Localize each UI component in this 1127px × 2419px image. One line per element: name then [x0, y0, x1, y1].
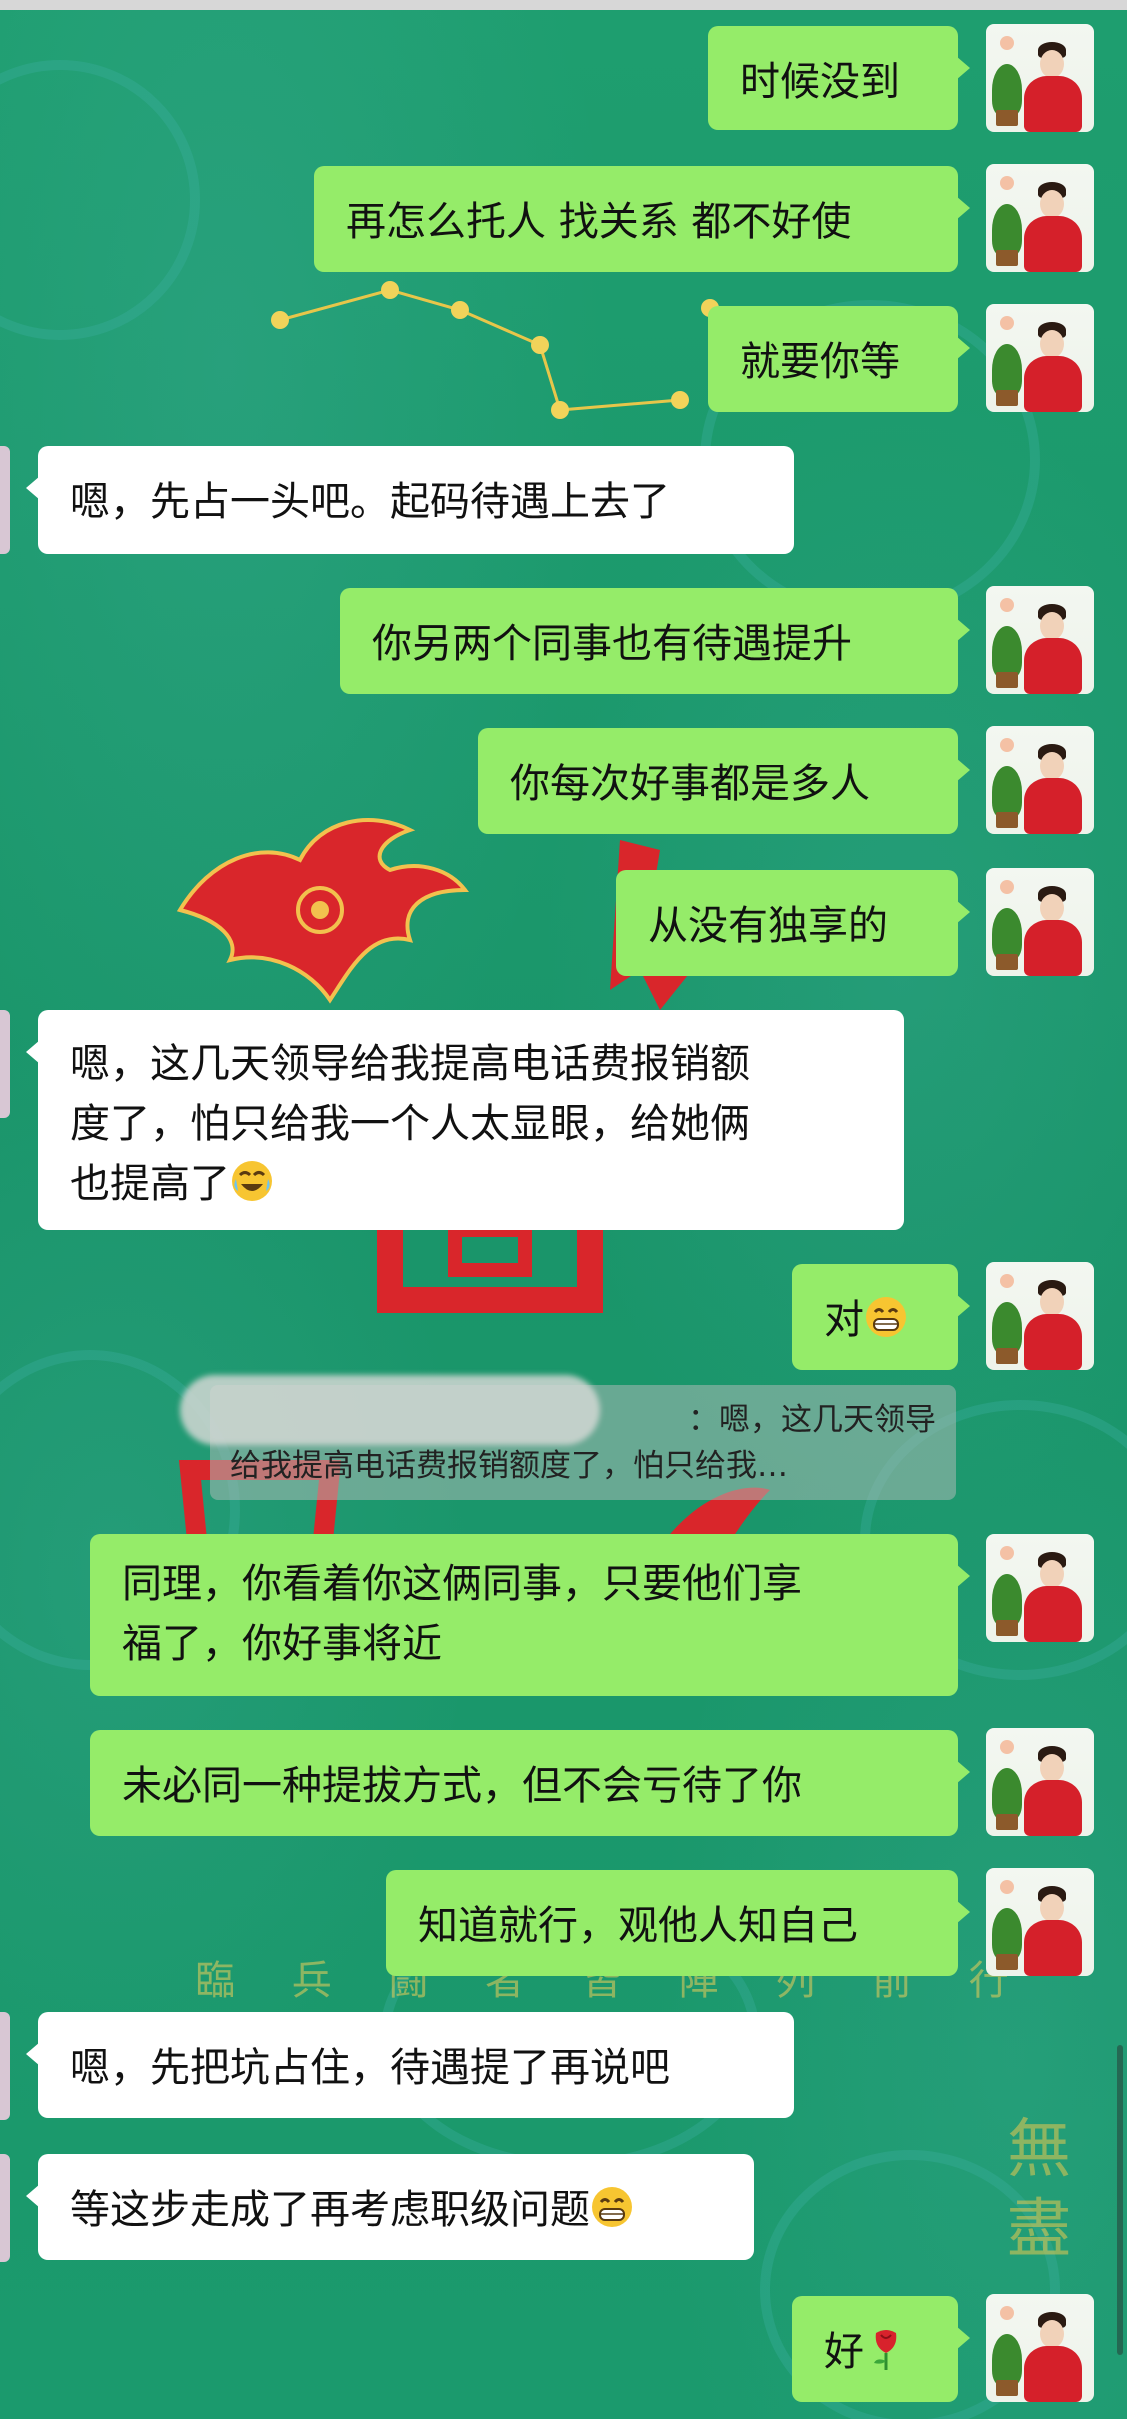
- message-bubble-outgoing[interactable]: 同理，你看着你这俩同事，只要他们享 福了，你好事将近: [90, 1534, 970, 1696]
- contact-avatar[interactable]: [0, 2154, 10, 2262]
- quote-text-line: 给我提高电话费报销额度了，怕只给我…: [230, 1448, 788, 1484]
- my-avatar[interactable]: [986, 2294, 1094, 2402]
- message-text: 对: [824, 1297, 864, 1343]
- grinning-emoji-icon: [866, 1297, 906, 1337]
- message-line: 嗯，这几天领导给我提高电话费报销额: [70, 1041, 750, 1087]
- my-avatar[interactable]: [986, 24, 1094, 132]
- grinning-emoji-icon: [592, 2187, 632, 2227]
- message-bubble-outgoing[interactable]: 知道就行，观他人知自己: [386, 1870, 970, 1976]
- my-avatar[interactable]: [986, 1728, 1094, 1836]
- my-avatar[interactable]: [986, 1534, 1094, 1642]
- laughing-crying-emoji-icon: [232, 1161, 272, 1201]
- message-bubble-outgoing[interactable]: 从没有独享的: [616, 870, 970, 976]
- message-bubble-outgoing[interactable]: 你每次好事都是多人: [478, 728, 970, 834]
- message-bubble-outgoing[interactable]: 你另两个同事也有待遇提升: [340, 588, 970, 694]
- quote-text-line: ：嗯，这几天领导: [688, 1402, 936, 1438]
- message-line-text: 也提高了: [70, 1161, 230, 1207]
- contact-avatar[interactable]: [0, 2012, 10, 2120]
- my-avatar[interactable]: [986, 164, 1094, 272]
- contact-avatar[interactable]: [0, 1010, 10, 1118]
- message-bubble-outgoing[interactable]: 就要你等: [708, 306, 970, 412]
- phoenix-decoration: [176, 818, 470, 1004]
- quoted-message[interactable]: ：嗯，这几天领导 给我提高电话费报销额度了，怕只给我…: [180, 1375, 956, 1500]
- my-avatar[interactable]: [986, 304, 1094, 412]
- message-bubble-incoming[interactable]: 嗯，先把坑占住，待遇提了再说吧: [26, 2012, 794, 2118]
- message-line: 度了，怕只给我一个人太显眼，给她俩: [70, 1101, 750, 1147]
- message-text: 等这步走成了再考虑职级问题: [70, 2187, 590, 2233]
- my-avatar[interactable]: [986, 726, 1094, 834]
- my-avatar[interactable]: [986, 868, 1094, 976]
- message-bubble-incoming[interactable]: 等这步走成了再考虑职级问题: [26, 2154, 754, 2260]
- bg-swirl: [0, 60, 200, 340]
- rose-emoji-icon: [874, 2330, 897, 2370]
- constellation-decoration: [271, 281, 719, 419]
- my-avatar[interactable]: [986, 1262, 1094, 1370]
- message-line: 同理，你看着你这俩同事，只要他们享: [122, 1561, 802, 1607]
- message-bubble-outgoing[interactable]: 未必同一种提拔方式，但不会亏待了你: [90, 1730, 970, 1836]
- message-bubble-incoming[interactable]: 嗯，先占一头吧。起码待遇上去了: [26, 446, 794, 554]
- message-bubble-outgoing[interactable]: 对: [792, 1264, 970, 1370]
- my-avatar[interactable]: [986, 1868, 1094, 1976]
- message-bubble-outgoing[interactable]: 时候没到: [708, 26, 970, 130]
- scrollbar[interactable]: [1117, 2045, 1123, 2355]
- message-line: 福了，你好事将近: [122, 1621, 442, 1667]
- message-bubble-incoming[interactable]: 嗯，这几天领导给我提高电话费报销额 度了，怕只给我一个人太显眼，给她俩 也提高了: [26, 1010, 904, 1230]
- background-calligraphy: 無盡: [1007, 2113, 1071, 2267]
- top-divider: [0, 0, 1127, 10]
- message-line: 也提高了: [70, 1154, 872, 1214]
- contact-avatar[interactable]: [0, 446, 10, 554]
- message-bubble-outgoing[interactable]: 再怎么托人 找关系 都不好使: [314, 166, 970, 272]
- my-avatar[interactable]: [986, 586, 1094, 694]
- message-bubble-outgoing[interactable]: 好: [792, 2296, 970, 2402]
- message-text: 好: [824, 2329, 864, 2375]
